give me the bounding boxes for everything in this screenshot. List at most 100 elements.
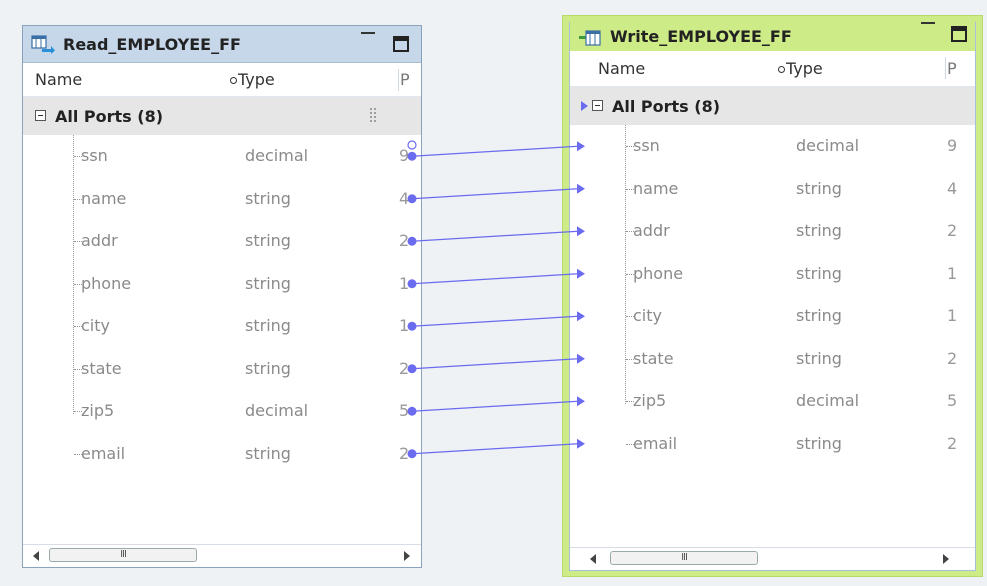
source-all-ports-group[interactable]: All Ports (8): [23, 97, 421, 135]
source-title: Read_EMPLOYEE_FF: [63, 34, 241, 54]
maximize-button[interactable]: [951, 26, 967, 42]
source-title-bar[interactable]: Read_EMPLOYEE_FF: [23, 26, 421, 63]
port-row[interactable]: addr string 2: [570, 210, 975, 253]
write-flatfile-icon: [578, 27, 602, 47]
port-row[interactable]: ssn decimal 9: [23, 135, 421, 178]
column-header-type[interactable]: Type: [238, 70, 275, 89]
port-type: decimal: [796, 391, 860, 410]
source-object-read-employee-ff[interactable]: Read_EMPLOYEE_FF Name Type P All Ports (…: [22, 25, 422, 568]
port-precision: 1: [399, 273, 410, 293]
port-type: string: [245, 358, 291, 378]
port-name: phone: [81, 273, 132, 293]
port-type: decimal: [796, 136, 860, 155]
port-row[interactable]: email string 2: [23, 433, 421, 476]
column-separator[interactable]: [398, 69, 399, 91]
scroll-left-icon[interactable]: [590, 554, 596, 564]
port-link-name[interactable]: [411, 188, 579, 200]
port-name: addr: [633, 221, 670, 240]
port-name: city: [81, 316, 110, 335]
port-name: email: [81, 443, 126, 463]
port-link-phone[interactable]: [411, 273, 579, 285]
target-title: Write_EMPLOYEE_FF: [610, 27, 792, 46]
minimize-button[interactable]: [361, 32, 375, 38]
target-horizontal-scrollbar[interactable]: III: [570, 547, 975, 570]
sort-indicator-icon: [230, 77, 237, 84]
port-precision: 1: [947, 306, 958, 325]
column-header-name[interactable]: Name: [35, 70, 82, 89]
port-precision: 2: [947, 433, 958, 453]
port-row[interactable]: addr string 2: [23, 220, 421, 263]
port-type: string: [796, 178, 842, 198]
scrollbar-thumb[interactable]: III: [610, 551, 758, 565]
port-precision: 4: [947, 178, 958, 198]
port-type: string: [245, 273, 291, 293]
port-name: addr: [81, 231, 118, 250]
port-row[interactable]: zip5 decimal 5: [23, 390, 421, 433]
port-precision: 2: [399, 443, 410, 463]
port-row[interactable]: city string 1: [570, 295, 975, 338]
sort-indicator-icon: [778, 66, 785, 73]
port-type: decimal: [245, 146, 309, 165]
port-row[interactable]: state string 2: [23, 348, 421, 391]
port-precision: 1: [399, 316, 410, 335]
group-label: All Ports (8): [55, 106, 164, 126]
port-link-ssn[interactable]: [411, 145, 579, 157]
column-header-type[interactable]: Type: [786, 59, 823, 78]
port-name: name: [81, 188, 127, 208]
scroll-right-icon[interactable]: [943, 554, 949, 564]
port-precision: 5: [399, 401, 410, 420]
port-row[interactable]: city string 1: [23, 305, 421, 348]
port-name: name: [633, 178, 679, 198]
port-link-state[interactable]: [411, 358, 579, 370]
port-name: state: [633, 348, 674, 368]
target-object-write-employee-ff[interactable]: Write_EMPLOYEE_FF Name Type P All Ports …: [562, 15, 983, 577]
source-column-header: Name Type P: [23, 63, 421, 97]
port-name: ssn: [81, 146, 108, 165]
port-name: state: [81, 358, 122, 378]
scroll-right-icon[interactable]: [404, 551, 410, 561]
column-header-precision[interactable]: P: [400, 70, 410, 89]
port-type: string: [796, 221, 842, 240]
target-title-bar[interactable]: Write_EMPLOYEE_FF: [570, 22, 975, 51]
scroll-left-icon[interactable]: [33, 551, 39, 561]
scrollbar-thumb[interactable]: III: [49, 548, 197, 562]
port-type: string: [796, 306, 842, 325]
port-link-email[interactable]: [411, 443, 579, 455]
collapse-icon[interactable]: [592, 100, 603, 111]
port-row[interactable]: ssn decimal 9: [570, 125, 975, 168]
column-separator[interactable]: [945, 57, 946, 79]
port-name: zip5: [81, 401, 115, 420]
read-flatfile-icon: [31, 34, 55, 54]
port-type: string: [245, 316, 291, 335]
port-type: string: [796, 348, 842, 368]
port-name: ssn: [633, 136, 660, 155]
port-row[interactable]: phone string 1: [23, 263, 421, 306]
drag-grip-icon[interactable]: [369, 107, 377, 123]
port-row[interactable]: name string 4: [23, 178, 421, 221]
port-type: string: [796, 263, 842, 283]
port-type: string: [245, 231, 291, 250]
column-header-name[interactable]: Name: [598, 59, 645, 78]
target-all-ports-group[interactable]: All Ports (8): [570, 87, 975, 125]
port-row[interactable]: state string 2: [570, 338, 975, 381]
port-row[interactable]: zip5 decimal 5: [570, 380, 975, 423]
port-link-addr[interactable]: [411, 230, 579, 242]
port-name: zip5: [633, 391, 667, 410]
maximize-button[interactable]: [393, 36, 409, 52]
collapse-icon[interactable]: [35, 110, 46, 121]
port-link-zip5[interactable]: [411, 400, 579, 412]
column-header-precision[interactable]: P: [947, 59, 957, 78]
port-row[interactable]: phone string 1: [570, 253, 975, 296]
port-precision: 2: [399, 358, 410, 378]
port-link-city[interactable]: [411, 315, 579, 327]
source-horizontal-scrollbar[interactable]: III: [23, 544, 421, 567]
port-type: string: [245, 443, 291, 463]
input-group-arrow-icon: [581, 101, 588, 111]
target-object-body: Write_EMPLOYEE_FF Name Type P All Ports …: [569, 22, 976, 571]
port-row[interactable]: name string 4: [570, 168, 975, 211]
port-row[interactable]: email string 2: [570, 423, 975, 466]
source-port-list: ssn decimal 9 name string 4 addr string 2 phon…: [23, 135, 421, 475]
minimize-button[interactable]: [921, 22, 935, 28]
port-precision: 5: [947, 391, 958, 410]
port-precision: 1: [947, 263, 958, 283]
